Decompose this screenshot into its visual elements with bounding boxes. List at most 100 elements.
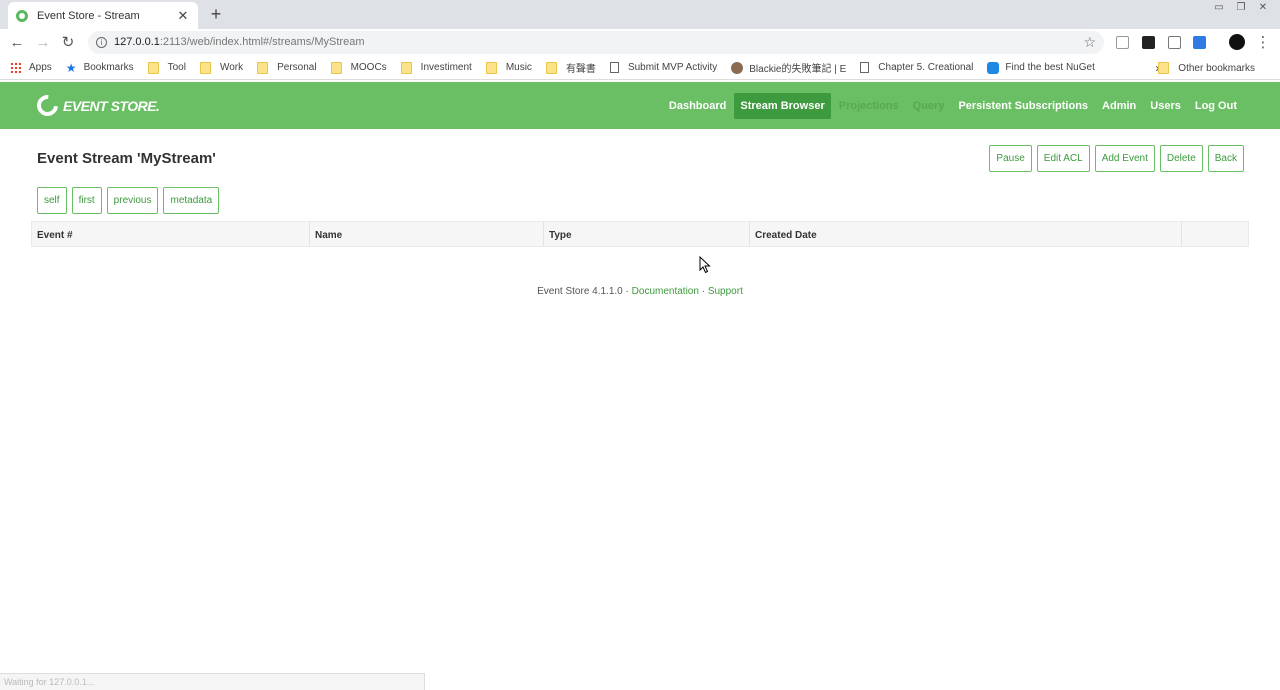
folder-icon — [199, 61, 211, 74]
site-info-icon[interactable]: i — [96, 37, 107, 48]
bookmark-folder-moocs[interactable]: MOOCs — [330, 61, 387, 74]
nav-projections[interactable]: Projections — [833, 93, 905, 119]
bookmark-star-icon[interactable]: ☆ — [1083, 31, 1096, 54]
bookmark-submit-mvp[interactable]: Submit MVP Activity — [609, 62, 718, 73]
bookmark-label: 有聲書 — [565, 64, 596, 75]
restore-icon[interactable]: ❐ — [1230, 1, 1252, 15]
bookmark-chapter5[interactable]: Chapter 5. Creational — [860, 62, 973, 73]
footer: Event Store 4.1.1.0 · Documentation · Su… — [0, 286, 1280, 297]
bookmark-label: Chapter 5. Creational — [878, 62, 974, 73]
footer-separator: · — [701, 286, 706, 297]
app-navbar: EVENT STORE. Dashboard Stream Browser Pr… — [0, 82, 1280, 129]
tab-title: Event Store - Stream — [37, 9, 140, 22]
bookmark-label: Blackie的失敗筆記 | E — [749, 64, 847, 75]
bookmark-apps[interactable]: Apps — [10, 62, 52, 73]
bookmark-nuget[interactable]: Find the best NuGet — [987, 61, 1095, 74]
column-event-number: Event # — [32, 222, 310, 246]
nav-query[interactable]: Query — [907, 93, 951, 119]
nav-log-out[interactable]: Log Out — [1189, 93, 1243, 119]
bookmark-label: Personal — [277, 62, 317, 73]
eventstore-logo-icon — [32, 90, 63, 121]
nav-users[interactable]: Users — [1144, 93, 1187, 119]
folder-icon — [330, 61, 342, 74]
bookmark-label: MOOCs — [350, 62, 387, 73]
bookmark-label: Other bookmarks — [1178, 62, 1255, 74]
new-tab-icon[interactable]: + — [206, 4, 226, 24]
previous-button[interactable]: previous — [106, 187, 159, 214]
add-event-button[interactable]: Add Event — [1094, 145, 1155, 172]
reload-icon[interactable]: ↻ — [58, 33, 78, 53]
bookmark-label: Bookmarks — [83, 62, 134, 73]
column-type: Type — [544, 222, 750, 246]
browser-toolbar: ← → ↻ i 127.0.0.1:2113/web/index.html#/s… — [0, 29, 1280, 56]
nav-persistent-subscriptions[interactable]: Persistent Subscriptions — [952, 93, 1094, 119]
back-button[interactable]: Back — [1207, 145, 1244, 172]
events-table-header: Event # Name Type Created Date — [31, 221, 1249, 247]
close-window-icon[interactable]: ✕ — [1252, 1, 1274, 15]
nav-dashboard[interactable]: Dashboard — [663, 93, 732, 119]
self-button[interactable]: self — [37, 187, 67, 214]
footer-separator: · — [625, 286, 629, 297]
delete-button[interactable]: Delete — [1159, 145, 1203, 172]
bookmark-folder-music[interactable]: Music — [485, 61, 532, 74]
avatar-icon — [731, 61, 744, 74]
bookmark-label: Investiment — [420, 62, 472, 73]
extension-media-icon[interactable] — [1142, 36, 1155, 49]
bookmark-folder-tool[interactable]: Tool — [147, 61, 186, 74]
folder-icon — [257, 61, 269, 74]
chrome-menu-icon[interactable]: ⋮ — [1253, 33, 1273, 53]
first-button[interactable]: first — [71, 187, 102, 214]
column-actions — [1182, 222, 1248, 246]
main-menu: Dashboard Stream Browser Projections Que… — [661, 93, 1243, 119]
support-link[interactable]: Support — [708, 286, 743, 297]
bookmark-folder-personal[interactable]: Personal — [257, 61, 317, 74]
bookmark-folder-investiment[interactable]: Investiment — [400, 61, 472, 74]
url-host: 127.0.0.1 — [114, 36, 160, 48]
nav-admin[interactable]: Admin — [1096, 93, 1142, 119]
bookmark-label: Tool — [167, 62, 186, 73]
close-tab-icon[interactable]: ✕ — [176, 8, 190, 24]
bookmark-label: Submit MVP Activity — [627, 62, 718, 73]
star-icon: ★ — [65, 60, 77, 75]
folder-icon — [545, 61, 557, 74]
mouse-cursor-icon — [699, 256, 711, 274]
minimize-icon[interactable]: ▭ — [1208, 1, 1230, 15]
eventstore-logo[interactable]: EVENT STORE. — [32, 90, 160, 121]
bookmark-label: Apps — [29, 62, 52, 73]
nav-stream-browser[interactable]: Stream Browser — [734, 93, 831, 119]
bookmark-blackie[interactable]: Blackie的失敗筆記 | E — [731, 60, 846, 75]
stream-pager: self first previous metadata — [37, 187, 224, 214]
metadata-button[interactable]: metadata — [163, 187, 220, 214]
documentation-link[interactable]: Documentation — [632, 286, 699, 297]
page-icon — [609, 62, 619, 73]
pause-button[interactable]: Pause — [989, 145, 1032, 172]
address-bar[interactable]: i 127.0.0.1:2113/web/index.html#/streams… — [88, 31, 1104, 54]
window-controls: ▭ ❐ ✕ — [1208, 1, 1274, 15]
folder-icon — [1158, 62, 1170, 74]
bookmark-other[interactable]: Other bookmarks — [1158, 62, 1255, 74]
browser-status-bar: Waiting for 127.0.0.1... — [0, 673, 425, 690]
extension-pocket-icon[interactable] — [1193, 36, 1206, 49]
version-text: Event Store 4.1.1.0 — [537, 286, 623, 297]
column-created-date: Created Date — [750, 222, 1182, 246]
bookmark-label: Find the best NuGet — [1005, 62, 1095, 73]
bookmarks-bar: Apps ★ Bookmarks Tool Work Personal MOOCs… — [0, 56, 1280, 80]
url-path: :2113/web/index.html#/streams/MyStream — [159, 36, 365, 48]
folder-icon — [147, 61, 159, 74]
bookmark-label: Music — [505, 62, 532, 73]
back-arrow-icon[interactable]: ← — [7, 33, 27, 53]
apps-icon — [10, 62, 21, 73]
extension-reader-icon[interactable] — [1168, 36, 1181, 49]
bookmark-folder-work[interactable]: Work — [199, 61, 243, 74]
page-title: Event Stream 'MyStream' — [37, 150, 216, 167]
forward-arrow-icon[interactable]: → — [33, 33, 53, 53]
profile-avatar-icon[interactable] — [1229, 34, 1245, 50]
stream-actions: Pause Edit ACL Add Event Delete Back — [984, 145, 1244, 172]
edit-acl-button[interactable]: Edit ACL — [1036, 145, 1090, 172]
page-icon — [860, 62, 870, 73]
browser-tab[interactable]: Event Store - Stream ✕ — [8, 2, 198, 29]
bookmark-folder-audiobooks[interactable]: 有聲書 — [545, 60, 596, 75]
bookmark-bookmarks[interactable]: ★ Bookmarks — [66, 61, 134, 75]
eventstore-favicon-icon — [16, 9, 28, 22]
extension-copy-icon[interactable] — [1116, 36, 1129, 49]
